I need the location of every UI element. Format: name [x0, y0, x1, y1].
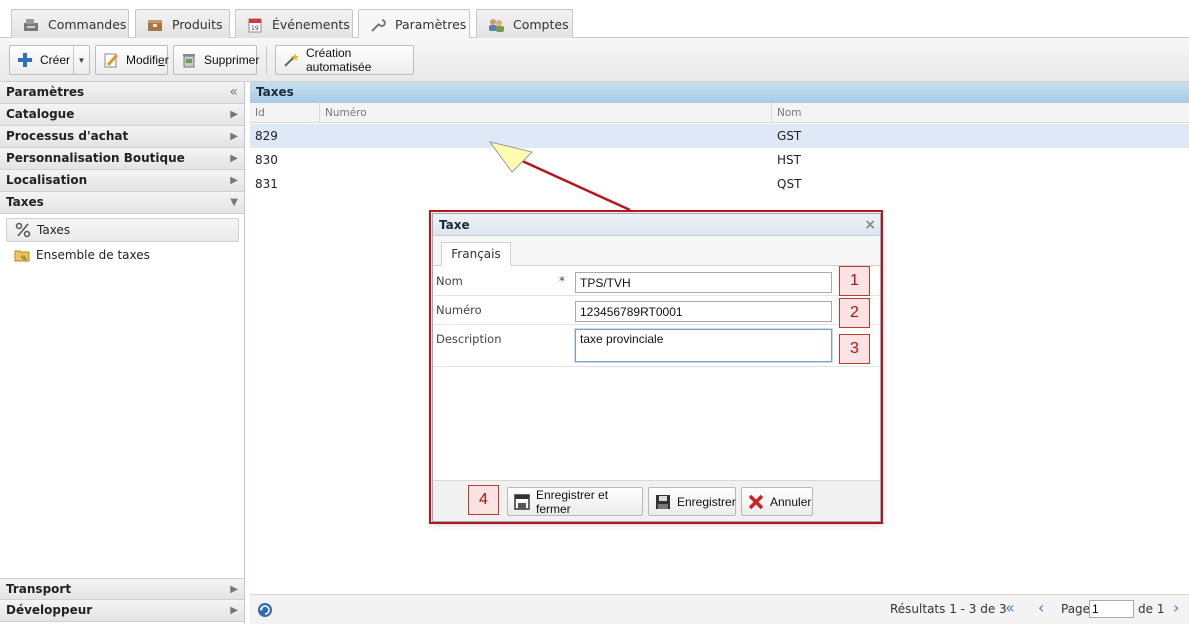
tab-label: Commandes — [48, 17, 127, 32]
section-catalogue[interactable]: Catalogue ▶ — [0, 104, 244, 126]
next-page-icon[interactable]: › — [1173, 598, 1179, 617]
tab-commandes[interactable]: Commandes — [11, 9, 129, 39]
folder-tax-icon: % — [14, 247, 30, 263]
table-row[interactable]: 830 HST — [250, 148, 1189, 172]
create-label: Créer — [40, 53, 71, 67]
main-tabbar: Commandes Produits 19 Événements Paramèt… — [0, 0, 1189, 39]
expand-arrow-icon: ▶ — [230, 584, 238, 595]
edit-label: Modifier — [126, 53, 169, 67]
toolbar: Créer ▼ Modifier Supprimer Création auto… — [0, 38, 1189, 82]
svg-text:19: 19 — [251, 25, 259, 32]
auto-create-label: Création automatisée — [306, 46, 372, 74]
section-processus-achat[interactable]: Processus d'achat ▶ — [0, 126, 244, 148]
column-header-id[interactable]: Id — [250, 103, 320, 123]
section-transport[interactable]: Transport ▶ — [0, 578, 244, 600]
expand-arrow-icon: ▶ — [230, 175, 238, 186]
first-page-icon[interactable]: « — [1005, 598, 1015, 617]
tab-comptes[interactable]: Comptes — [476, 9, 573, 39]
box-icon — [146, 17, 164, 33]
grid-footer: Résultats 1 - 3 de 3 « ‹ Page de 1 › — [250, 594, 1189, 624]
tab-label: Produits — [172, 17, 223, 32]
page-of-label: de 1 — [1138, 602, 1165, 616]
expand-arrow-icon: ▶ — [230, 109, 238, 120]
page-label: Page — [1061, 602, 1091, 616]
cash-register-icon — [22, 17, 40, 33]
tab-produits[interactable]: Produits — [135, 9, 230, 39]
table-row[interactable]: 831 QST — [250, 172, 1189, 196]
section-localisation[interactable]: Localisation ▶ — [0, 170, 244, 192]
edit-pencil-icon — [102, 51, 120, 69]
collapse-arrow-icon: ▼ — [230, 197, 238, 208]
toolbar-separator — [266, 46, 267, 74]
svg-text:%: % — [21, 255, 27, 262]
section-taxes[interactable]: Taxes ▼ — [0, 192, 244, 214]
column-header-numero[interactable]: Numéro — [320, 103, 772, 123]
grid-header: Id Numéro Nom — [250, 103, 1189, 123]
results-count: Résultats 1 - 3 de 3 — [890, 602, 1007, 616]
tab-label: Comptes — [513, 17, 569, 32]
sidebar-item-ensemble-taxes[interactable]: % Ensemble de taxes — [6, 243, 239, 267]
edit-button[interactable]: Modifier — [95, 45, 169, 75]
table-row[interactable]: 829 GST — [250, 124, 1189, 148]
tab-parametres[interactable]: Paramètres — [358, 9, 470, 39]
wrench-icon — [369, 17, 387, 33]
refresh-icon[interactable] — [256, 601, 274, 622]
column-header-nom[interactable]: Nom — [772, 103, 1189, 123]
page-input[interactable] — [1089, 600, 1134, 618]
dialog-highlight-outline — [429, 210, 883, 524]
section-developpeur[interactable]: Développeur ▶ — [0, 600, 244, 622]
sidebar-item-taxes[interactable]: Taxes — [6, 218, 239, 242]
grid-title: Taxes — [250, 82, 1189, 103]
expand-arrow-icon: ▶ — [230, 153, 238, 164]
users-icon — [487, 17, 505, 33]
tab-evenements[interactable]: 19 Événements — [235, 9, 353, 39]
delete-button[interactable]: Supprimer — [173, 45, 260, 75]
calendar-icon: 19 — [246, 17, 264, 33]
create-button[interactable]: Créer ▼ — [9, 45, 90, 75]
tab-label: Événements — [272, 17, 350, 32]
expand-arrow-icon: ▶ — [230, 131, 238, 142]
section-parametres[interactable]: Paramètres « — [0, 82, 244, 104]
section-personnalisation[interactable]: Personnalisation Boutique ▶ — [0, 148, 244, 170]
create-dropdown[interactable]: ▼ — [73, 46, 89, 74]
tab-label: Paramètres — [395, 17, 467, 32]
annotation-arrow — [488, 141, 631, 212]
delete-label: Supprimer — [204, 53, 260, 67]
plus-icon — [16, 51, 34, 69]
percent-icon — [15, 222, 31, 238]
prev-page-icon[interactable]: ‹ — [1038, 598, 1044, 617]
trash-icon — [180, 51, 198, 69]
auto-create-button[interactable]: Création automatisée — [275, 45, 414, 75]
chevron-down-icon: ▼ — [77, 55, 86, 65]
left-panel: Paramètres « Catalogue ▶ Processus d'ach… — [0, 82, 245, 624]
magic-wand-icon — [282, 51, 300, 69]
expand-arrow-icon: ▶ — [230, 605, 238, 616]
collapse-icon[interactable]: « — [229, 82, 238, 103]
